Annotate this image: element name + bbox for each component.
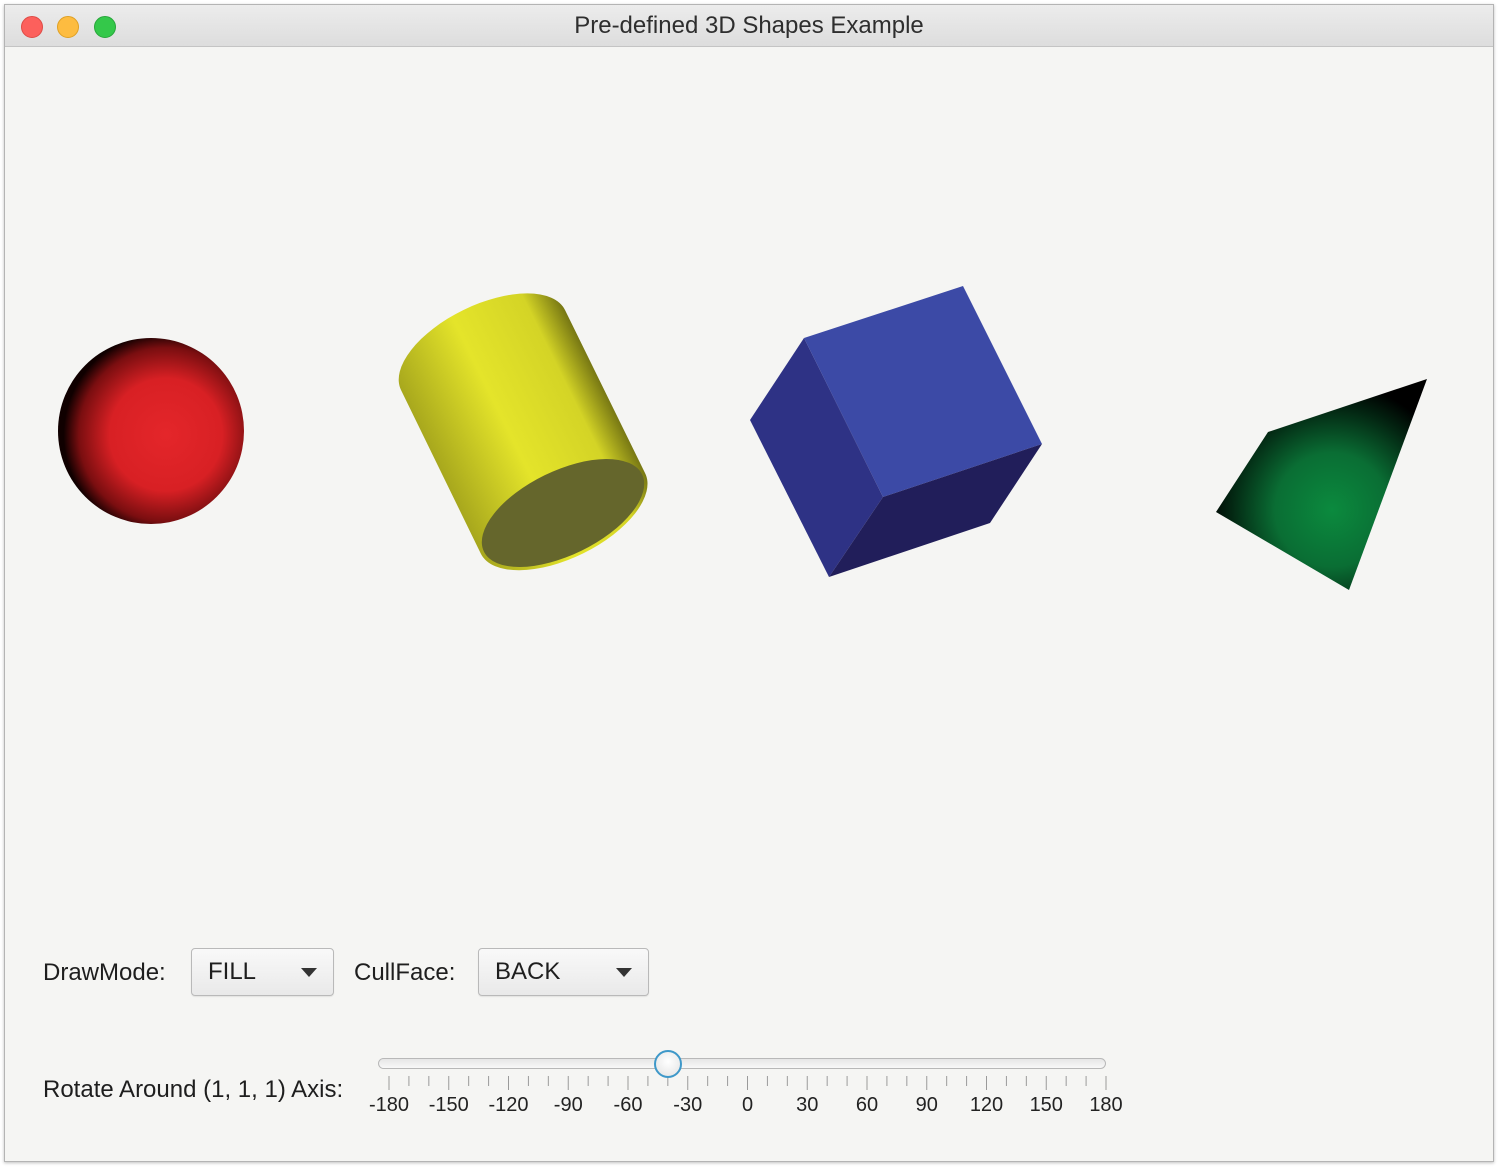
tick-label: 150	[1029, 1094, 1063, 1116]
sphere-shape	[58, 338, 244, 524]
tick-label: -30	[673, 1094, 703, 1116]
tick-label: 0	[741, 1094, 754, 1116]
tick-label: 90	[915, 1094, 938, 1116]
rotation-slider-thumb[interactable]	[653, 1050, 682, 1078]
cylinder-shape	[398, 293, 648, 571]
draw-mode-label: DrawMode:	[43, 959, 166, 986]
tick-label: 60	[855, 1094, 879, 1116]
tick-label: -60	[613, 1094, 643, 1116]
tick-label: -120	[488, 1094, 529, 1116]
chevron-down-icon	[616, 968, 632, 977]
rotate-axis-label: Rotate Around (1, 1, 1) Axis:	[43, 1076, 344, 1103]
tick-label: 120	[969, 1094, 1004, 1116]
tick-label: 30	[796, 1094, 819, 1116]
chevron-down-icon	[301, 968, 317, 977]
draw-mode-combo[interactable]: FILL	[191, 948, 334, 996]
tick-label: 180	[1089, 1094, 1123, 1116]
draw-mode-value: FILL	[208, 958, 257, 985]
rotation-slider-track[interactable]	[378, 1058, 1106, 1069]
cube-shape	[750, 286, 1042, 577]
tick-label: -90	[553, 1094, 583, 1116]
tick-label: -150	[428, 1094, 469, 1116]
mesh-shape	[1216, 379, 1427, 590]
cull-face-label: CullFace:	[354, 959, 456, 986]
cull-face-combo[interactable]: BACK	[478, 948, 649, 996]
cull-face-value: BACK	[495, 958, 561, 985]
tick-label: -180	[368, 1094, 410, 1116]
